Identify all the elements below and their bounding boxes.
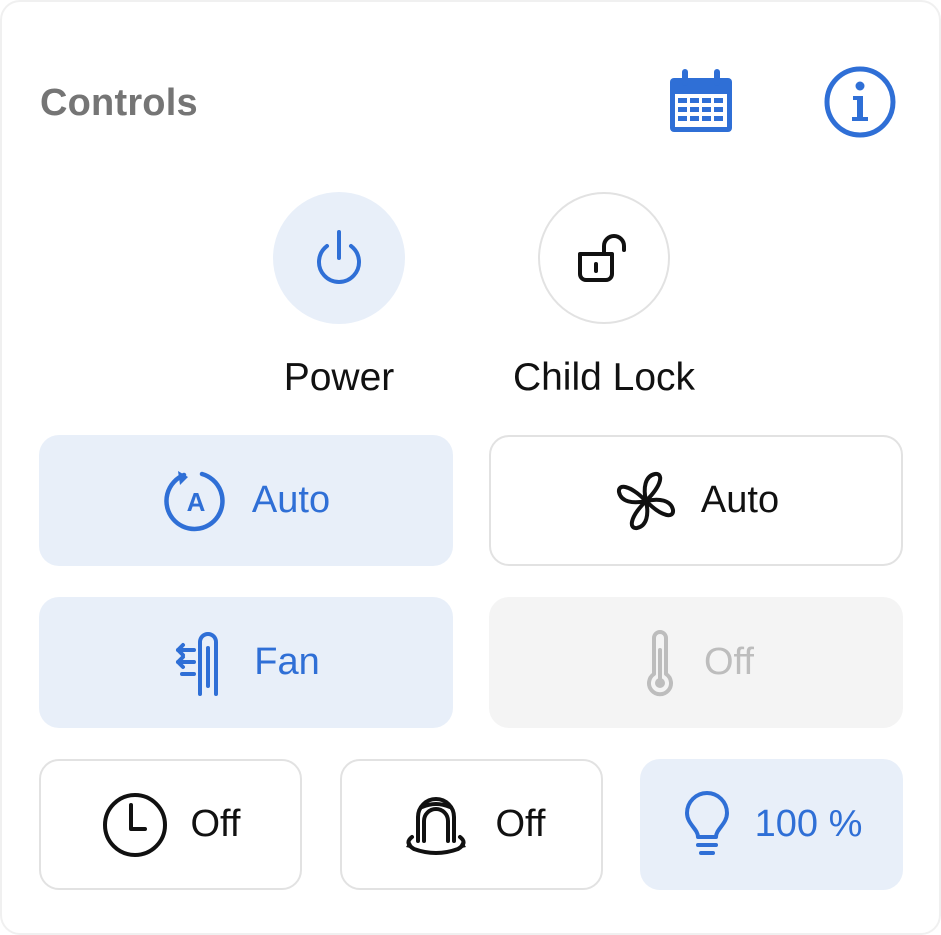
power-icon [317,230,361,284]
auto-mode-icon: A [164,470,225,531]
child-lock-label: Child Lock [512,356,696,399]
child-lock-button[interactable] [538,192,670,324]
swing-label: Off [495,803,546,845]
fan-speed-button[interactable]: Auto [489,435,903,566]
swing-icon [405,796,466,855]
air-flow-icon [176,631,219,696]
temperature-button[interactable]: Off [489,597,903,728]
fan-speed-label: Auto [700,479,780,521]
calendar-icon[interactable] [663,64,739,140]
fan-mode-label: Fan [254,641,320,683]
timer-label: Off [190,803,241,845]
temperature-label: Off [704,641,754,683]
unlock-icon [578,234,626,282]
controls-card: Controls Power Child Lock A Auto Auto Fa… [0,0,941,935]
lightbulb-icon [684,790,729,855]
swing-button[interactable]: Off [340,759,603,890]
fan-blades-icon [616,471,675,530]
timer-button[interactable]: Off [39,759,302,890]
light-label: 100 % [754,803,863,845]
info-icon[interactable] [822,64,898,140]
svg-text:A: A [187,487,206,517]
clock-icon [102,792,167,857]
light-button[interactable]: 100 % [640,759,903,890]
power-label: Power [283,356,395,399]
mode-button[interactable]: A Auto [39,435,453,566]
mode-label: Auto [251,479,331,521]
page-title: Controls [40,82,198,124]
fan-mode-button[interactable]: Fan [39,597,453,728]
thermometer-icon [647,629,673,696]
power-button[interactable] [273,192,405,324]
